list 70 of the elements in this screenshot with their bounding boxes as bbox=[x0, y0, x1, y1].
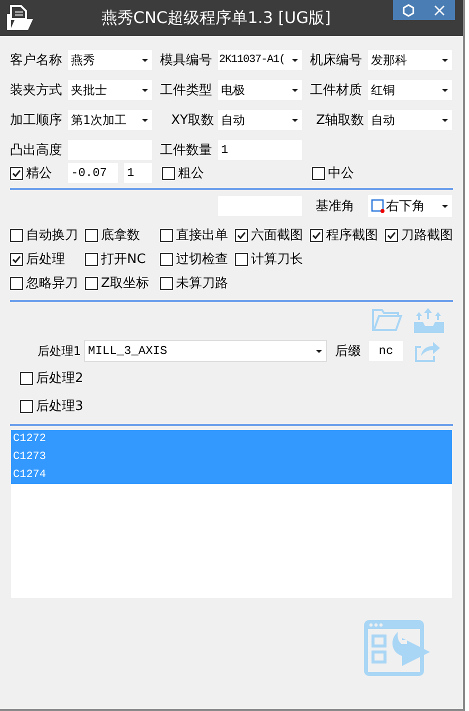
close-icon[interactable] bbox=[433, 4, 446, 16]
checkbox-label: 后处理3 bbox=[36, 398, 84, 415]
field-label: XY取数 bbox=[170, 112, 215, 129]
field-label: 装夹方式 bbox=[10, 82, 63, 99]
checkbox[interactable] bbox=[20, 372, 33, 384]
dropdown[interactable]: 电极 bbox=[218, 80, 302, 100]
checkbox[interactable] bbox=[160, 252, 173, 266]
checkbox[interactable] bbox=[20, 400, 33, 412]
dropdown[interactable]: 自动 bbox=[218, 110, 302, 130]
checkbox-label: 直接出单 bbox=[176, 227, 228, 244]
checkbox[interactable] bbox=[10, 252, 23, 266]
checkbox-label: 中公 bbox=[328, 165, 354, 182]
input-field[interactable]: 1 bbox=[218, 140, 302, 160]
checkbox-label: 六面截图 bbox=[251, 227, 303, 244]
checkbox-label: 精公 bbox=[26, 165, 52, 182]
field-label: 客户名称 bbox=[10, 52, 63, 69]
dropdown[interactable]: 红铜 bbox=[368, 80, 452, 100]
dropdown[interactable]: 自动 bbox=[368, 110, 452, 130]
checkbox[interactable] bbox=[10, 276, 23, 290]
field-label: 凸出高度 bbox=[10, 142, 63, 159]
field-label: Z轴取数 bbox=[315, 112, 365, 129]
field-label: 模具编号 bbox=[160, 52, 213, 69]
checkbox[interactable] bbox=[160, 228, 173, 242]
dropdown[interactable]: 2K11037-A1( bbox=[218, 50, 302, 70]
dropdown[interactable]: 发那科 bbox=[368, 50, 452, 70]
input-field[interactable]: -0.07 bbox=[68, 163, 118, 183]
dropdown[interactable]: 第1次加工 bbox=[68, 110, 152, 130]
field-label: 后处理1 bbox=[36, 342, 82, 360]
folder-document-icon bbox=[5, 4, 35, 32]
checkbox[interactable] bbox=[235, 252, 248, 266]
checkbox-label: 刀路截图 bbox=[401, 227, 453, 244]
window-title: 燕秀CNC超级程序单1.3 [UG版] bbox=[101, 8, 331, 26]
checkbox[interactable] bbox=[385, 228, 398, 242]
input-field[interactable]: nc bbox=[369, 341, 403, 361]
corner-icon bbox=[371, 199, 385, 213]
field-label: 基准角 bbox=[314, 198, 356, 215]
checkbox-label: 后处理 bbox=[26, 251, 65, 268]
checkbox-label: 后处理2 bbox=[36, 370, 84, 387]
checkbox[interactable] bbox=[312, 166, 325, 180]
checkbox[interactable] bbox=[160, 276, 173, 290]
checkbox-label: 打开NC bbox=[101, 251, 146, 268]
checkbox[interactable] bbox=[10, 228, 23, 242]
checkbox[interactable] bbox=[235, 228, 248, 242]
checkbox[interactable] bbox=[310, 228, 323, 242]
checkbox-label: 过切检查 bbox=[176, 251, 228, 268]
checkbox[interactable] bbox=[162, 166, 175, 180]
dropdown[interactable]: 夹批士 bbox=[68, 80, 152, 100]
dropdown[interactable]: MILL_3_AXIS bbox=[84, 340, 327, 362]
dropdown[interactable]: 燕秀 bbox=[68, 50, 152, 70]
dropdown[interactable]: 右下角 bbox=[368, 195, 452, 217]
checkbox[interactable] bbox=[10, 166, 23, 180]
settings-icon[interactable] bbox=[402, 4, 415, 16]
field-label: 加工顺序 bbox=[10, 112, 63, 129]
input-field[interactable]: 1 bbox=[124, 163, 152, 183]
field-label: 工件材质 bbox=[310, 82, 363, 99]
field-label: 机床编号 bbox=[310, 52, 363, 69]
field-label: 后缀 bbox=[335, 343, 362, 360]
checkbox-label: 未算刀路 bbox=[176, 275, 228, 292]
checkbox-label: 忽略异刀 bbox=[26, 275, 78, 292]
checkbox[interactable] bbox=[85, 228, 98, 242]
checkbox-label: 程序截图 bbox=[326, 227, 378, 244]
checkbox[interactable] bbox=[85, 252, 98, 266]
checkbox-label: 粗公 bbox=[178, 165, 204, 182]
checkbox-label: 计算刀长 bbox=[251, 251, 303, 268]
checkbox-label: 自动换刀 bbox=[26, 227, 78, 244]
checkbox[interactable] bbox=[85, 276, 98, 290]
field-label: 工件数量 bbox=[160, 142, 213, 159]
field-label: 工件类型 bbox=[160, 82, 213, 99]
checkbox-label: 底拿数 bbox=[101, 227, 140, 244]
checkbox-label: Z取坐标 bbox=[101, 275, 149, 292]
